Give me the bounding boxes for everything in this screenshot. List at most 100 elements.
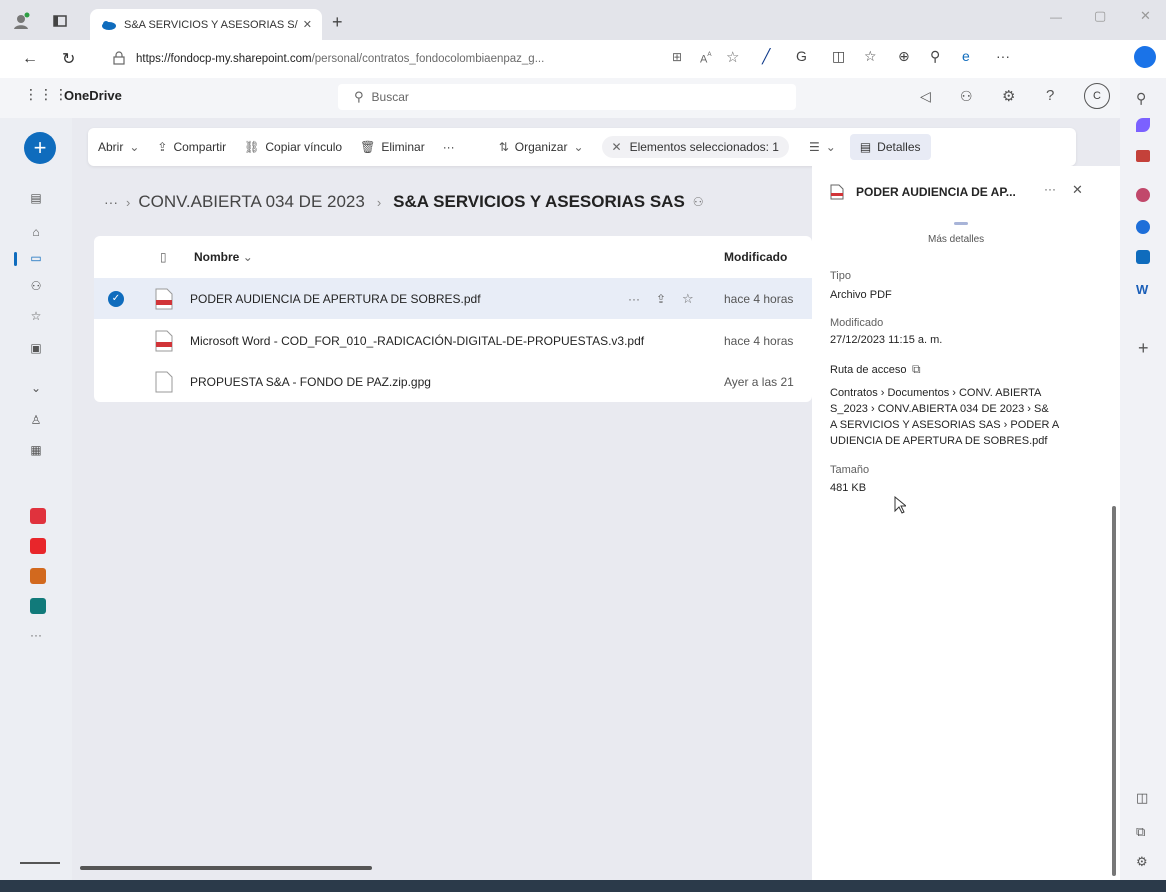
minimize-icon[interactable]: —: [1050, 10, 1062, 24]
settings-gear-icon[interactable]: ⚙: [1002, 87, 1015, 105]
lock-icon[interactable]: [112, 51, 126, 65]
calendar-icon[interactable]: ▦: [26, 440, 46, 460]
details-more-icon[interactable]: ···: [1044, 182, 1056, 196]
maximize-icon[interactable]: ▢: [1094, 8, 1106, 24]
pen-icon[interactable]: ╱: [762, 48, 770, 65]
file-name[interactable]: PODER AUDIENCIA DE APERTURA DE SOBRES.pd…: [190, 292, 481, 306]
copy-path-icon[interactable]: ⧉: [912, 362, 921, 377]
my-files-folder-icon[interactable]: ▭: [26, 248, 46, 268]
sidebar-settings-icon[interactable]: ⚙: [1136, 854, 1148, 870]
details-title: PODER AUDIENCIA DE AP...: [856, 185, 1016, 199]
more-commands-button[interactable]: ···: [443, 140, 455, 154]
url-field[interactable]: https://fondocp-my.sharepoint.com /perso…: [136, 47, 691, 71]
sidebar-layout-icon[interactable]: ◫: [1136, 790, 1148, 806]
extension-c-icon[interactable]: G: [796, 48, 807, 64]
app-launcher-icon[interactable]: ⋮⋮⋮: [24, 86, 69, 103]
share-people-icon[interactable]: ⚇: [960, 88, 973, 105]
pdf-file-icon: [154, 288, 174, 310]
tab-actions-icon[interactable]: [52, 13, 68, 29]
browser-tab-active[interactable]: S&A SERVICIOS Y ASESORIAS S/ ✕: [90, 9, 322, 40]
app-orange-icon[interactable]: [30, 568, 46, 584]
search-placeholder: Buscar: [371, 90, 409, 104]
sidebar-copilot-icon[interactable]: [1136, 118, 1150, 132]
sidebar-search-icon[interactable]: ⚲: [1136, 90, 1146, 107]
column-header-name[interactable]: Nombre ⌄: [194, 250, 253, 264]
details-scrollbar[interactable]: [1112, 506, 1116, 876]
people-icon[interactable]: ♙: [26, 410, 46, 430]
split-screen-icon[interactable]: ◫: [832, 48, 845, 65]
sort-label: Organizar: [514, 140, 568, 154]
more-details-link[interactable]: Más detalles: [928, 234, 984, 245]
sidebar-add-icon[interactable]: +: [1138, 338, 1149, 359]
details-button[interactable]: ▤ Detalles: [849, 134, 931, 160]
sidebar-tools-icon[interactable]: [1136, 150, 1150, 162]
sidebar-m365-icon[interactable]: [1136, 220, 1150, 234]
sidebar-outlook-icon[interactable]: [1136, 250, 1150, 264]
open-button[interactable]: Abrir ⌄: [98, 140, 139, 154]
row-share-icon[interactable]: ⇪: [656, 292, 666, 306]
back-arrow-icon[interactable]: ←: [22, 50, 38, 68]
selected-check-icon[interactable]: ✓: [108, 290, 124, 307]
selection-chip[interactable]: ✕ Elementos seleccionados: 1: [601, 136, 789, 158]
favorite-star-icon[interactable]: ☆: [726, 48, 739, 66]
profile-icon[interactable]: [12, 12, 30, 30]
table-row[interactable]: PROPUESTA S&A - FONDO DE PAZ.zip.gpg Aye…: [94, 361, 812, 402]
breadcrumb-current: S&A SERVICIOS Y ASESORIAS SAS: [393, 192, 685, 211]
window-close-icon[interactable]: ✕: [1140, 8, 1151, 24]
path-label: Ruta de acceso: [830, 364, 907, 376]
breadcrumb-ellipsis[interactable]: ···: [104, 194, 118, 210]
column-header-modified[interactable]: Modificado: [724, 250, 812, 264]
edge-sidebar-logo-icon[interactable]: [1134, 46, 1156, 68]
read-aloud-icon[interactable]: Aᴬ: [700, 50, 712, 66]
search-icon: ⚲: [354, 89, 364, 104]
sort-button[interactable]: ⇅ Organizar ⌄: [499, 140, 584, 154]
shared-people-icon: ⚇: [692, 195, 704, 209]
sidebar-w-icon[interactable]: W: [1136, 282, 1148, 297]
app-red2-icon[interactable]: [30, 538, 46, 554]
sidebar-games-icon[interactable]: [1136, 188, 1150, 202]
extensions-icon[interactable]: ⚲: [930, 48, 940, 65]
browser-more-icon[interactable]: ···: [996, 48, 1010, 64]
megaphone-icon[interactable]: ◁: [920, 88, 931, 105]
app-teal-icon[interactable]: [30, 598, 46, 614]
share-button[interactable]: ⇪ Compartir: [157, 140, 226, 154]
row-more-icon[interactable]: ···: [628, 292, 640, 306]
refresh-icon[interactable]: ↻: [62, 49, 75, 69]
table-row[interactable]: ✓ PODER AUDIENCIA DE APERTURA DE SOBRES.…: [94, 278, 812, 319]
table-row[interactable]: Microsoft Word - COD_FOR_010_-RADICACIÓN…: [94, 320, 812, 361]
more-details-handle[interactable]: [954, 222, 968, 225]
file-name[interactable]: PROPUESTA S&A - FONDO DE PAZ.zip.gpg: [190, 375, 431, 389]
shared-people-icon[interactable]: ⚇: [26, 276, 46, 296]
share-icon: ⇪: [157, 140, 168, 154]
expand-chevron-icon[interactable]: ⌄: [26, 378, 46, 398]
breadcrumb: ··· › CONV.ABIERTA 034 DE 2023 › S&A SER…: [104, 192, 704, 212]
avatar[interactable]: C: [1084, 83, 1110, 109]
file-list-header: ▯ Nombre ⌄ Modificado: [94, 236, 812, 277]
search-input[interactable]: ⚲ Buscar: [338, 84, 796, 110]
new-tab-icon[interactable]: +: [332, 12, 343, 33]
copy-link-button[interactable]: ⛓ Copiar vínculo: [244, 140, 342, 154]
sidebar-external-icon[interactable]: ⧉: [1136, 824, 1145, 840]
view-options-button[interactable]: ☰ ⌄: [809, 140, 836, 154]
help-icon[interactable]: ?: [1046, 87, 1054, 104]
copilot-e-icon[interactable]: e: [962, 48, 970, 64]
details-close-icon[interactable]: ✕: [1072, 182, 1083, 198]
tab-close-icon[interactable]: ✕: [303, 18, 312, 31]
file-name[interactable]: Microsoft Word - COD_FOR_010_-RADICACIÓN…: [190, 334, 644, 348]
app-name[interactable]: OneDrive: [64, 88, 122, 103]
favorites-list-icon[interactable]: ☆: [864, 48, 877, 65]
home-card-icon[interactable]: ▤: [26, 188, 46, 208]
favorites-star-icon[interactable]: ☆: [26, 306, 46, 326]
home-icon[interactable]: ⌂: [26, 222, 46, 242]
app-red-icon[interactable]: [30, 508, 46, 524]
clear-selection-icon[interactable]: ✕: [612, 140, 622, 154]
breadcrumb-parent[interactable]: CONV.ABIERTA 034 DE 2023: [138, 192, 364, 212]
collections-icon[interactable]: ⊕: [898, 48, 910, 65]
delete-button[interactable]: 🗑 Eliminar: [360, 140, 425, 154]
row-favorite-star-icon[interactable]: ☆: [682, 291, 694, 307]
horizontal-scrollbar[interactable]: [80, 866, 372, 870]
app-view-icon[interactable]: ⊞: [672, 50, 682, 64]
create-new-button[interactable]: +: [24, 132, 56, 164]
recycle-bin-icon[interactable]: ▣: [26, 338, 46, 358]
more-apps-icon[interactable]: ···: [30, 628, 42, 642]
